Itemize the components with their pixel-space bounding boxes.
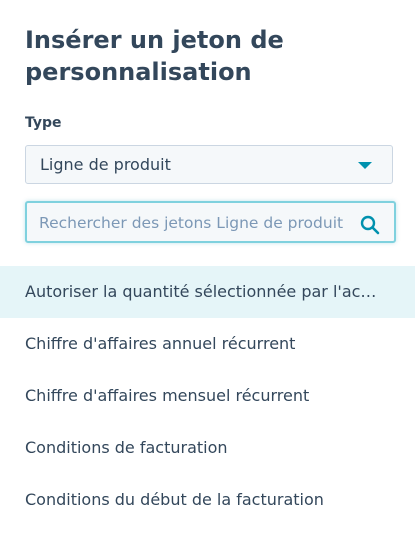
search-icon[interactable] [360,215,380,235]
caret-down-icon [358,162,372,169]
token-item[interactable]: Autoriser la quantité sélectionnée par l… [0,266,415,318]
token-list: Autoriser la quantité sélectionnée par l… [0,266,415,526]
token-search-field [25,201,396,243]
type-label: Type [25,115,62,131]
insert-token-panel: Insérer un jeton de personnalisation Typ… [0,0,415,539]
token-item[interactable]: Conditions de facturation [0,422,415,474]
token-item[interactable]: Conditions du début de la facturation [0,474,415,526]
panel-title: Insérer un jeton de personnalisation [25,26,284,86]
type-select-value: Ligne de produit [40,155,171,174]
token-item[interactable]: Chiffre d'affaires mensuel récurrent [0,370,415,422]
type-select[interactable]: Ligne de produit [25,145,393,184]
token-item[interactable]: Chiffre d'affaires annuel récurrent [0,318,415,370]
token-search-input[interactable] [39,212,349,234]
